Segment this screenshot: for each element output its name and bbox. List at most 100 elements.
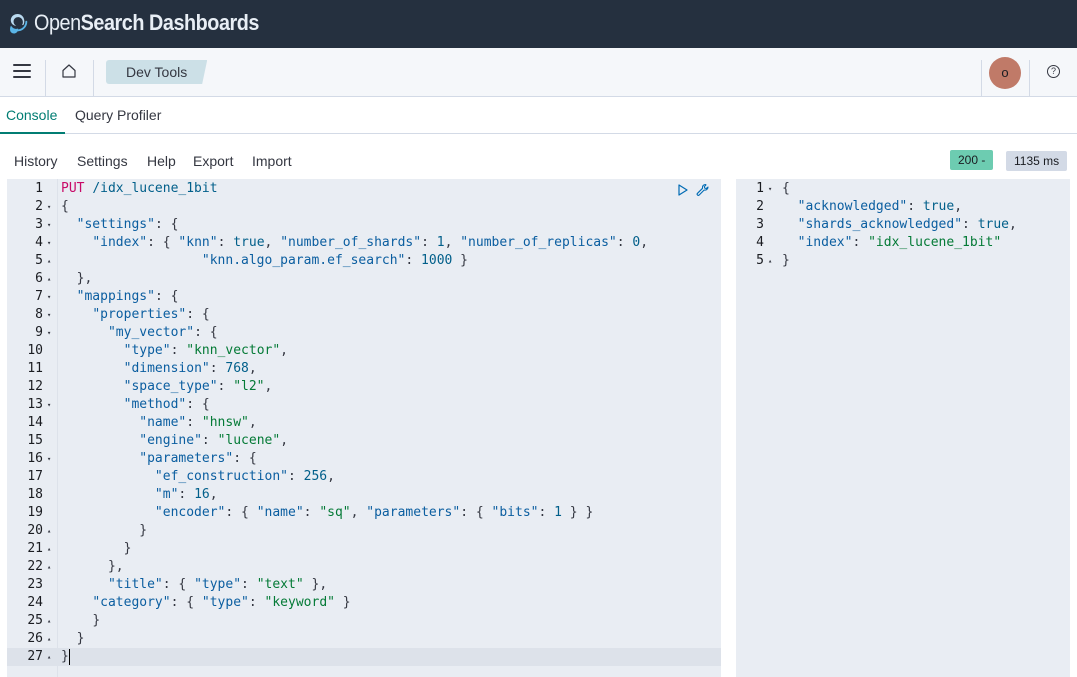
line-number: 20 [27,523,43,538]
code-line: 20 ▴ } [7,522,721,540]
fold-toggle-icon[interactable]: ▴ [47,630,51,648]
fold-toggle-icon[interactable]: ▾ [47,306,51,324]
text-cursor [69,649,70,665]
fold-toggle-icon[interactable]: ▴ [768,252,772,270]
line-number: 25 [27,613,43,628]
fold-toggle-icon[interactable]: ▾ [47,216,51,234]
brand-prefix: Open [34,10,81,35]
fold-toggle-icon[interactable]: ▴ [47,558,51,576]
nav-divider [981,60,982,96]
line-number: 3 [756,217,764,232]
fold-toggle-icon[interactable]: ▾ [47,234,51,252]
code-line: 17 "ef_construction": 256, [7,468,721,486]
line-number: 3 [35,217,43,232]
code-text: } [61,649,69,664]
line-number: 15 [27,433,43,448]
status-badge: 200 - [950,150,994,170]
tab-query-profiler[interactable]: Query Profiler [75,107,161,123]
menu-help[interactable]: Help [147,153,176,169]
request-editor[interactable]: 1 PUT /idx_lucene_1bit 2 ▾ {3 ▾ "settings": {… [7,179,721,677]
code-text: "name": "hnsw", [139,415,257,430]
opensearch-logo[interactable]: OpenSearch Dashboards [8,8,284,38]
code-line: 2 ▾ { [7,198,721,216]
code-text: "properties": { [92,307,210,322]
menu-settings[interactable]: Settings [77,153,128,169]
code-text: } [123,541,132,556]
code-line: 19 "encoder": { "name": "sq", "parameter… [7,504,721,522]
line-number: 14 [27,415,43,430]
fold-toggle-icon[interactable]: ▾ [47,288,51,306]
code-text: "index": "idx_lucene_1bit" [797,235,1002,250]
fold-toggle-icon[interactable]: ▴ [47,612,51,630]
home-icon[interactable] [61,63,77,79]
opensearch-logo-icon [10,14,28,34]
line-number: 13 [27,397,43,412]
menu-export[interactable]: Export [193,153,233,169]
tab-console[interactable]: Console [6,107,57,123]
code-line: 11 "dimension": 768, [7,360,721,378]
code-text: }, [76,271,93,286]
code-text: "space_type": "l2", [123,379,273,394]
active-tab-indicator [0,132,65,134]
nav-divider [45,60,46,96]
menu-toggle-icon[interactable] [13,64,31,78]
code-text: "acknowledged": true, [797,199,963,214]
fold-toggle-icon[interactable]: ▾ [47,324,51,342]
response-viewer[interactable]: 1 ▾{2 "acknowledged": true, 3 "shards_ackn… [736,179,1070,677]
fold-toggle-icon[interactable]: ▴ [47,540,51,558]
navigation-bar: Dev Tools [0,48,1077,97]
line-number: 2 [35,199,43,214]
code-text: "index": { "knn": true, "number_of_shard… [92,235,649,250]
line-number: 17 [27,469,43,484]
code-line: 4 ▾ "index": { "knn": true, "number_of_sh… [7,234,721,252]
code-line: 16 ▾ "parameters": { [7,450,721,468]
line-number: 9 [35,325,43,340]
line-number: 19 [27,505,43,520]
line-number: 5 [35,253,43,268]
breadcrumb-dev-tools[interactable]: Dev Tools [106,60,208,84]
code-text: "my_vector": { [107,325,218,340]
code-line: 3 ▾ "settings": { [7,216,721,234]
line-number: 23 [27,577,43,592]
code-text: "mappings": { [76,289,179,304]
code-text: "knn.algo_param.ef_search": 1000 } [201,253,469,268]
code-line: 12 "space_type": "l2", [7,378,721,396]
code-text: "category": { "type": "keyword" } [92,595,351,610]
code-text: }, [107,559,124,574]
menu-history[interactable]: History [14,153,58,169]
fold-toggle-icon[interactable]: ▾ [768,180,772,198]
code-line: 1 PUT /idx_lucene_1bit [7,180,721,198]
editor-resizer[interactable] [721,179,736,677]
line-number: 18 [27,487,43,502]
fold-toggle-icon[interactable]: ▾ [47,450,51,468]
line-number: 21 [27,541,43,556]
code-text: } [92,613,101,628]
code-line: 21 ▴ } [7,540,721,558]
user-avatar[interactable]: o [989,57,1021,89]
code-line: 14 "name": "hnsw", [7,414,721,432]
line-number: 6 [35,271,43,286]
code-text: "title": { "type": "text" }, [107,577,328,592]
code-line: 27 ▴} [7,648,721,666]
line-number: 16 [27,451,43,466]
fold-toggle-icon[interactable]: ▴ [47,270,51,288]
fold-toggle-icon[interactable]: ▴ [47,522,51,540]
line-number: 4 [756,235,764,250]
code-line: 24 "category": { "type": "keyword" } [7,594,721,612]
code-line: 6 ▴ }, [7,270,721,288]
code-text: "engine": "lucene", [139,433,289,448]
fold-toggle-icon[interactable]: ▴ [47,648,51,666]
fold-toggle-icon[interactable]: ▾ [47,198,51,216]
code-line: 13 ▾ "method": { [7,396,721,414]
menu-import[interactable]: Import [252,153,292,169]
fold-toggle-icon[interactable]: ▴ [47,252,51,270]
code-line: 1 ▾ { [736,180,1070,198]
code-line: 9 ▾ "my_vector": { [7,324,721,342]
code-line: 15 "engine": "lucene", [7,432,721,450]
code-line: 18 "m": 16, [7,486,721,504]
line-number: 2 [756,199,764,214]
line-number: 7 [35,289,43,304]
help-icon[interactable]: ? [1047,65,1060,78]
fold-toggle-icon[interactable]: ▾ [47,396,51,414]
code-text: "shards_acknowledged": true, [797,217,1017,232]
